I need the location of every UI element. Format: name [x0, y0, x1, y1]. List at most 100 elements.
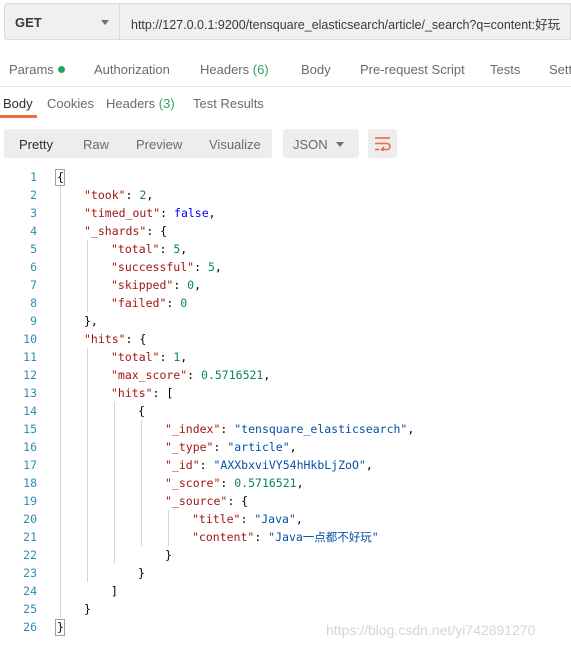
tab-params-label: Params	[9, 62, 54, 77]
line-number: 4	[30, 224, 37, 238]
code-token: ,	[194, 278, 202, 292]
wrap-lines-button[interactable]	[368, 129, 397, 158]
code-token: :	[187, 368, 202, 382]
code-text: "hits": {	[84, 330, 146, 348]
code-token: "tensquare_elasticsearch"	[234, 422, 408, 436]
code-token: "_type"	[165, 440, 214, 454]
line-number: 7	[30, 278, 37, 292]
method-dropdown[interactable]: GET	[4, 3, 119, 40]
code-token: "_source"	[165, 494, 228, 508]
response-tab-body[interactable]: Body	[3, 96, 33, 111]
method-label: GET	[15, 15, 42, 30]
tab-authorization[interactable]: Authorization	[94, 62, 170, 77]
tab-tests[interactable]: Tests	[490, 62, 520, 77]
code-line: 13 "hits": [	[0, 384, 571, 402]
code-text: "took": 2,	[84, 186, 153, 204]
matching-bracket-highlight	[55, 169, 65, 186]
view-raw-button[interactable]: Raw	[83, 137, 109, 152]
tab-body[interactable]: Body	[301, 62, 331, 77]
matching-bracket-highlight	[55, 619, 65, 636]
url-input[interactable]: http://127.0.0.1:9200/tensquare_elastics…	[119, 3, 571, 40]
view-pretty-button[interactable]: Pretty	[19, 137, 53, 152]
response-tab-test-results[interactable]: Test Results	[193, 96, 264, 111]
code-token: :	[159, 350, 174, 364]
code-token: "content"	[192, 530, 255, 544]
params-active-dot-icon	[57, 66, 65, 73]
code-token: : {	[227, 494, 249, 508]
tab-body-label: Body	[301, 62, 331, 77]
code-token: "took"	[84, 188, 126, 202]
tab-authorization-label: Authorization	[94, 62, 170, 77]
code-line: 24]	[0, 582, 571, 600]
code-token: : {	[125, 332, 147, 346]
request-url-bar: GET http://127.0.0.1:9200/tensquare_elas…	[4, 3, 571, 42]
code-text: {	[138, 402, 145, 420]
code-token: ,	[180, 350, 188, 364]
wrap-lines-icon	[375, 137, 391, 151]
code-line: 2 "took": 2,	[0, 186, 571, 204]
code-line: 4 "_shards": {	[0, 222, 571, 240]
code-token: :	[166, 296, 181, 310]
code-line: 16 "_type": "article",	[0, 438, 571, 456]
code-line: 18 "_score": 0.5716521,	[0, 474, 571, 492]
code-text: "_score": 0.5716521,	[165, 474, 304, 492]
code-token: "total"	[111, 242, 160, 256]
line-number: 23	[23, 566, 37, 580]
code-line: 21 "content": "Java一点都不好玩"	[0, 528, 571, 546]
code-token: :	[240, 512, 255, 526]
response-toolbar: Pretty Raw Preview Visualize JSON	[4, 129, 571, 159]
view-visualize-button[interactable]: Visualize	[209, 137, 261, 152]
line-number: 17	[23, 458, 37, 472]
code-text: "skipped": 0,	[111, 276, 201, 294]
response-tab-headers[interactable]: Headers (3)	[106, 96, 175, 111]
watermark: https://blog.csdn.net/yi742891270	[326, 622, 536, 638]
code-token: ,	[289, 440, 297, 454]
format-label: JSON	[293, 137, 328, 152]
line-number: 11	[23, 350, 37, 364]
code-line: 14 {	[0, 402, 571, 420]
code-token: "Java"	[254, 512, 296, 526]
code-line: 7 "skipped": 0,	[0, 276, 571, 294]
indent-guide	[60, 186, 61, 618]
response-tab-cookies[interactable]: Cookies	[47, 96, 94, 111]
line-number: 24	[23, 584, 37, 598]
tab-headers[interactable]: Headers (6)	[200, 62, 269, 77]
indent-guide	[141, 420, 142, 546]
code-text: "content": "Java一点都不好玩"	[192, 528, 379, 546]
tab-settings[interactable]: Sett	[549, 62, 571, 77]
response-tab-headers-count: (3)	[158, 96, 175, 111]
tab-settings-label: Sett	[549, 62, 571, 77]
code-token: : [	[152, 386, 174, 400]
line-number: 14	[23, 404, 37, 418]
code-text: "_index": "tensquare_elasticsearch",	[165, 420, 414, 438]
code-text: }	[165, 546, 172, 564]
code-token: "hits"	[111, 386, 153, 400]
response-body-code[interactable]: 1{2 "took": 2, 3 "timed_out": false, 4 "_shar…	[0, 168, 571, 638]
code-text: "timed_out": false,	[84, 204, 216, 222]
code-text: "_id": "AXXbxviVY54hHkbLjZoO",	[165, 456, 373, 474]
code-line: 5 "total": 5,	[0, 240, 571, 258]
code-line: 10 "hits": {	[0, 330, 571, 348]
code-text: ]	[111, 582, 118, 600]
line-number: 13	[23, 386, 37, 400]
code-text: }	[84, 600, 91, 618]
code-token: ,	[295, 512, 303, 526]
indent-guide	[168, 510, 169, 546]
tab-pre-request-script-label: Pre-request Script	[360, 62, 465, 77]
line-number: 19	[23, 494, 37, 508]
code-token: false	[174, 206, 209, 220]
code-token: "failed"	[111, 296, 167, 310]
request-tabs: Params Authorization Headers (6) Body Pr…	[0, 52, 571, 87]
tab-pre-request-script[interactable]: Pre-request Script	[360, 62, 465, 77]
code-text: "title": "Java",	[192, 510, 303, 528]
line-number: 22	[23, 548, 37, 562]
code-line: 6 "successful": 5,	[0, 258, 571, 276]
format-dropdown[interactable]: JSON	[283, 129, 359, 158]
view-preview-button[interactable]: Preview	[136, 137, 182, 152]
code-token: {	[138, 404, 145, 418]
tab-params[interactable]: Params	[9, 62, 65, 77]
code-token: }	[138, 566, 145, 580]
code-token: "hits"	[84, 332, 126, 346]
view-mode-segmented-control: Pretty Raw Preview Visualize	[4, 129, 272, 158]
response-tab-cookies-label: Cookies	[47, 96, 94, 111]
